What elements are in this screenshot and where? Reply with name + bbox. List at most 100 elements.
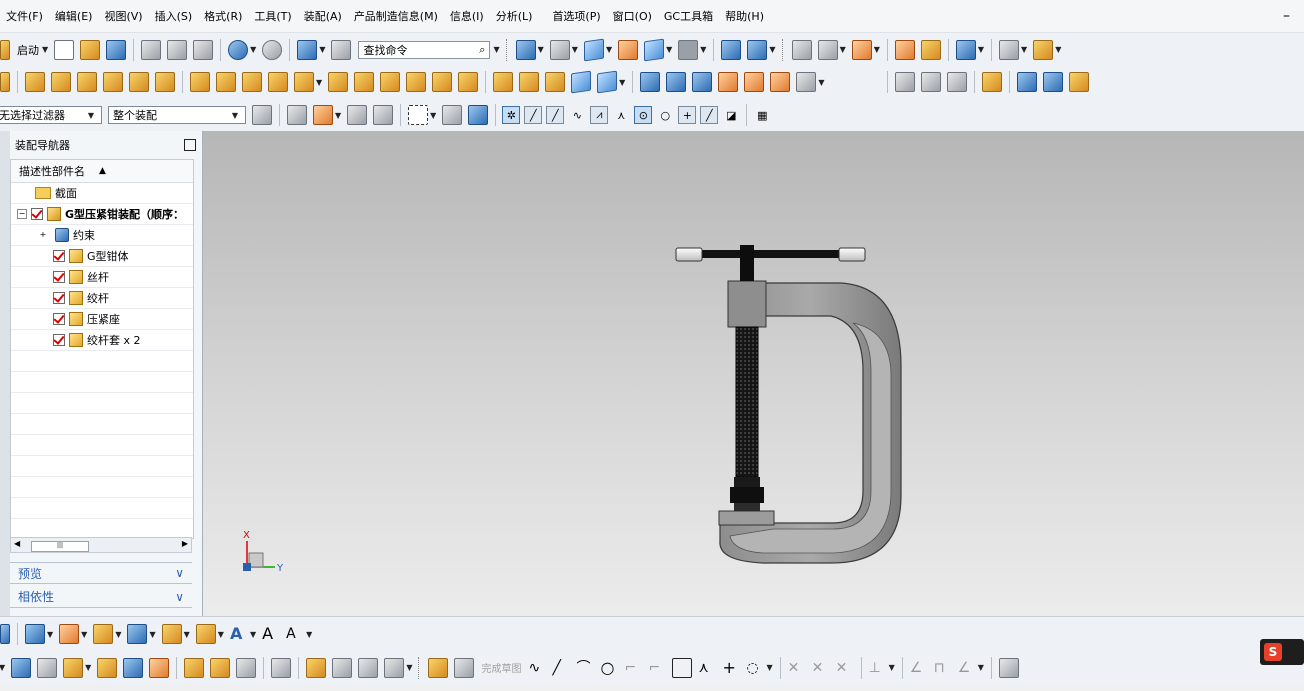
chevron-down-icon[interactable]: ▼ [840, 45, 846, 54]
arc-center-icon[interactable]: ⋏ [612, 106, 630, 124]
draft-icon[interactable] [406, 72, 427, 92]
trim-body-icon[interactable] [328, 72, 349, 92]
quick-trim-icon[interactable]: ✕ [788, 659, 806, 677]
tree-row-part[interactable]: 丝杆 [11, 267, 193, 288]
horizontal-scrollbar[interactable]: ◀ ||| ▶ [10, 537, 192, 553]
edit-object-display-icon[interactable] [894, 39, 915, 60]
assembly-constraints-icon[interactable] [747, 39, 768, 60]
sketch-icon[interactable] [428, 657, 449, 678]
tree-row-part[interactable]: 绞杆套 x 2 [11, 330, 193, 351]
minimize-icon[interactable]: – [1283, 8, 1290, 24]
type-filter-select[interactable]: 无选择过滤器 ▼ [0, 106, 102, 124]
thicken-icon[interactable] [519, 72, 540, 92]
text-style-icon[interactable]: A [262, 625, 280, 643]
measure-distance-icon[interactable] [999, 39, 1020, 60]
feature-curve-rule-icon[interactable] [287, 105, 307, 125]
select-all-icon[interactable] [313, 105, 333, 125]
finish-sketch-button[interactable]: 完成草图 [481, 660, 521, 675]
chevron-down-icon[interactable]: ▼ [889, 663, 895, 672]
polygon-icon[interactable]: ⋏ [698, 659, 716, 677]
rapid-dimension-icon[interactable]: ⊓ [934, 659, 952, 677]
chevron-down-icon[interactable]: ▼ [335, 111, 341, 120]
visibility-checkbox[interactable] [53, 250, 65, 262]
offset-face-icon[interactable] [380, 72, 401, 92]
text-edit-icon[interactable]: A [286, 625, 304, 643]
column-header[interactable]: 描述性部件名 ▲ [11, 160, 193, 183]
chevron-down-icon[interactable]: ▼ [115, 630, 121, 639]
existing-point-icon[interactable]: + [678, 106, 697, 124]
menu-preferences[interactable]: 首选项(P) [546, 8, 606, 24]
menu-assembly[interactable]: 装配(A) [298, 8, 348, 24]
routing-icon[interactable] [332, 657, 353, 678]
chevron-down-icon[interactable]: ▼ [766, 663, 772, 672]
menu-insert[interactable]: 插入(S) [149, 8, 199, 24]
move-component-icon[interactable] [721, 39, 742, 60]
menu-window[interactable]: 窗口(O) [607, 8, 658, 24]
split-body-icon[interactable] [354, 72, 375, 92]
background-icon[interactable] [678, 39, 699, 60]
offset-surface-icon[interactable] [796, 72, 817, 92]
quick-pick-icon[interactable] [373, 105, 394, 125]
hole-icon[interactable] [190, 72, 210, 92]
control-point-icon[interactable]: ∿ [568, 106, 586, 124]
chevron-down-icon[interactable]: ▼ [1055, 45, 1061, 54]
selection-priority-icon[interactable] [955, 39, 976, 60]
wcs-icon[interactable] [297, 39, 318, 60]
reference-set-icon[interactable] [921, 72, 942, 92]
chevron-down-icon[interactable]: ▼ [250, 630, 256, 639]
pressure-pad[interactable] [730, 477, 764, 511]
subtract-icon[interactable] [294, 72, 314, 92]
chevron-down-icon[interactable]: ▼ [306, 630, 312, 639]
dimension-icon[interactable]: ∠ [958, 659, 976, 677]
view-section-icon[interactable] [644, 38, 665, 61]
chevron-down-icon[interactable]: ▼ [47, 630, 53, 639]
component-array-icon[interactable] [947, 72, 968, 92]
chevron-down-icon[interactable]: ▼ [666, 45, 672, 54]
studio-spline-icon[interactable]: ◌ [746, 659, 764, 677]
feature-operation-icon[interactable] [11, 657, 32, 678]
chevron-down-icon[interactable]: ▼ [319, 45, 325, 54]
view-icon[interactable] [0, 624, 10, 644]
tree-row-root-assembly[interactable]: − G型压紧钳装配（顺序： [11, 204, 193, 225]
chamfer-icon[interactable] [458, 72, 479, 92]
chevron-down-icon[interactable]: ▼ [81, 630, 87, 639]
arc-icon[interactable]: ⌒ [576, 659, 594, 677]
chevron-down-icon[interactable]: ▼ [430, 111, 436, 120]
point-on-curve-icon[interactable]: ╱ [700, 106, 719, 124]
handle-bar[interactable] [675, 245, 866, 281]
deselect-icon[interactable] [347, 105, 368, 125]
wave-geometry-linker-icon[interactable] [895, 72, 916, 92]
studio-surface-icon[interactable] [744, 72, 765, 92]
chevron-down-icon[interactable]: ▼ [218, 630, 224, 639]
chevron-down-icon[interactable]: ▼ [1021, 45, 1027, 54]
save-icon[interactable] [106, 39, 127, 60]
tree-row-part[interactable]: 压紧座 [11, 309, 193, 330]
visibility-checkbox[interactable] [53, 271, 65, 283]
scale-body-icon[interactable] [545, 72, 566, 92]
chamfer-sketch-icon[interactable]: ⌐ [648, 659, 666, 677]
part-family-icon[interactable] [271, 657, 292, 678]
constraints-sketch-icon[interactable]: ⊥ [869, 659, 887, 677]
visibility-checkbox[interactable] [53, 292, 65, 304]
maximize-icon[interactable] [184, 139, 196, 151]
menu-pmi[interactable]: 产品制造信息(M) [348, 8, 444, 24]
new-file-icon[interactable] [54, 39, 75, 60]
chevron-down-icon[interactable]: ▼ [85, 663, 91, 672]
mirror-assembly-icon[interactable] [1069, 72, 1090, 92]
menu-gc-toolbox[interactable]: GC工具箱 [658, 8, 719, 24]
chevron-down-icon[interactable]: ▼ [619, 78, 625, 87]
section-view-icon[interactable] [127, 624, 148, 644]
cylinder-icon[interactable] [103, 72, 123, 92]
graphics-window[interactable]: X Y [203, 131, 1304, 616]
detail-view-icon[interactable] [161, 624, 182, 644]
start-button[interactable]: 启动 [17, 42, 39, 58]
circle-center-icon[interactable]: ⊙ [634, 106, 653, 124]
visibility-checkbox[interactable] [53, 334, 65, 346]
harness-icon[interactable] [358, 657, 379, 678]
scroll-left-icon[interactable]: ◀ [14, 539, 20, 548]
enable-snap-point-icon[interactable]: ✲ [502, 106, 521, 124]
point-icon[interactable]: + [722, 658, 740, 677]
patch-icon[interactable] [597, 70, 618, 94]
lead-screw[interactable] [735, 326, 759, 478]
command-search-input[interactable]: 查找命令 ⌕ [358, 40, 491, 59]
